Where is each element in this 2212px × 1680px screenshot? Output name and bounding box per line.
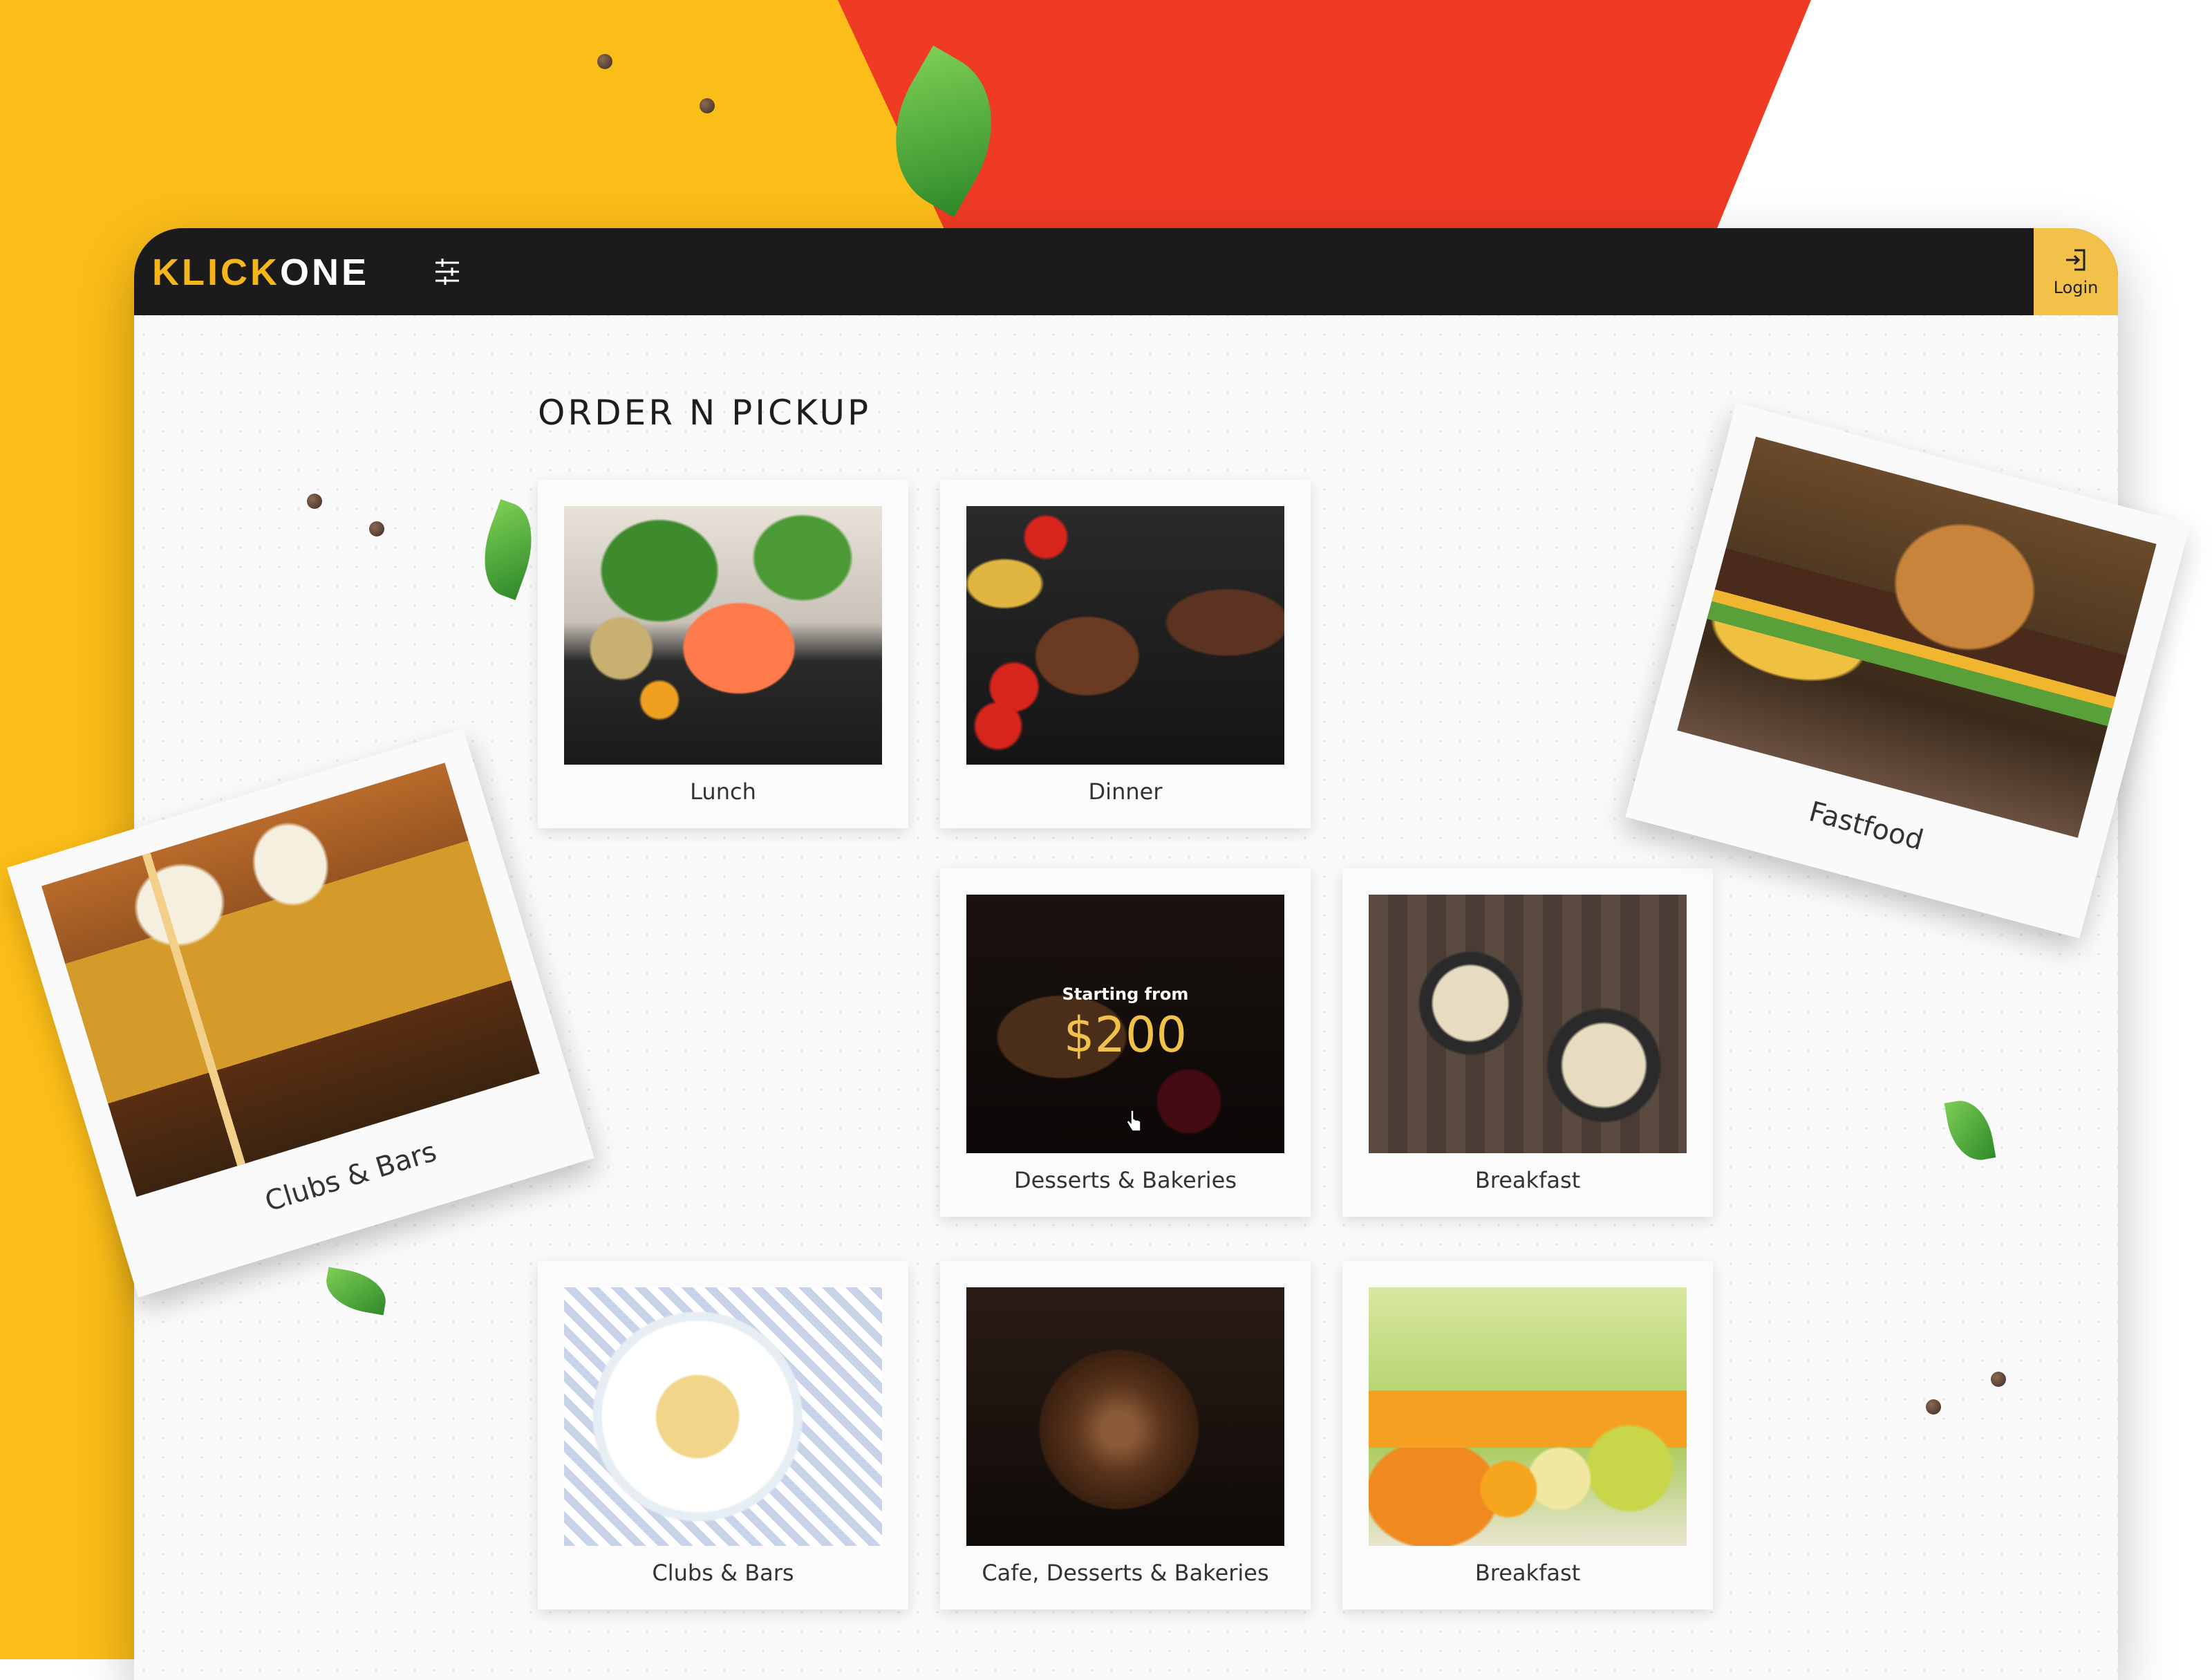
grill-photo (966, 506, 1284, 765)
category-card-clubs-bars[interactable]: Clubs & Bars (538, 1261, 908, 1609)
juice-photo (1369, 1287, 1687, 1546)
pepper-decoration (307, 494, 322, 509)
pepper-decoration (597, 54, 612, 69)
pepper-decoration (369, 521, 384, 536)
ramen-photo (1369, 895, 1687, 1153)
login-icon (2066, 249, 2086, 271)
card-label: Dinner (1088, 778, 1163, 805)
card-label: Cafe, Desserts & Bakeries (982, 1560, 1269, 1586)
category-card-cafe-desserts-bakeries[interactable]: Cafe, Desserts & Bakeries (940, 1261, 1311, 1609)
starting-price: $200 (1063, 1007, 1188, 1063)
logo-text-klick: KLICK (152, 252, 280, 293)
category-card-lunch[interactable]: Lunch (538, 480, 908, 828)
burger-photo (1677, 436, 2157, 838)
pasta-photo (564, 1287, 882, 1546)
pepper-decoration (1926, 1399, 1941, 1415)
starting-from-text: Starting from (1062, 984, 1189, 1004)
category-card-breakfast-juice[interactable]: Breakfast (1342, 1261, 1713, 1609)
category-card-desserts-bakeries[interactable]: Starting from $200 Desserts & Bakeries (940, 868, 1311, 1217)
category-card-dinner[interactable]: Dinner (940, 480, 1311, 828)
card-label: Lunch (690, 778, 756, 805)
salmon-photo (564, 506, 882, 765)
login-label: Login (2053, 278, 2099, 297)
category-card-breakfast[interactable]: Breakfast (1342, 868, 1713, 1217)
card-label: Desserts & Bakeries (1013, 1167, 1237, 1193)
page-title: ORDER N PICKUP (538, 393, 872, 433)
pepper-decoration (700, 98, 715, 113)
pepper-decoration (1991, 1372, 2006, 1387)
card-label: Breakfast (1474, 1167, 1581, 1193)
card-label: Breakfast (1474, 1560, 1581, 1586)
pointer-cursor-icon (1126, 1110, 1141, 1132)
login-button[interactable]: Login (2034, 228, 2118, 315)
chocolate-photo (966, 1287, 1284, 1546)
logo-text-one: ONE (279, 252, 370, 293)
sliders-icon[interactable] (429, 253, 466, 290)
top-bar: KLICK ONE Login (134, 228, 2118, 315)
card-label: Clubs & Bars (652, 1560, 794, 1586)
pancakes-photo: Starting from $200 (966, 895, 1284, 1153)
klickone-logo[interactable]: KLICK ONE (152, 246, 369, 299)
